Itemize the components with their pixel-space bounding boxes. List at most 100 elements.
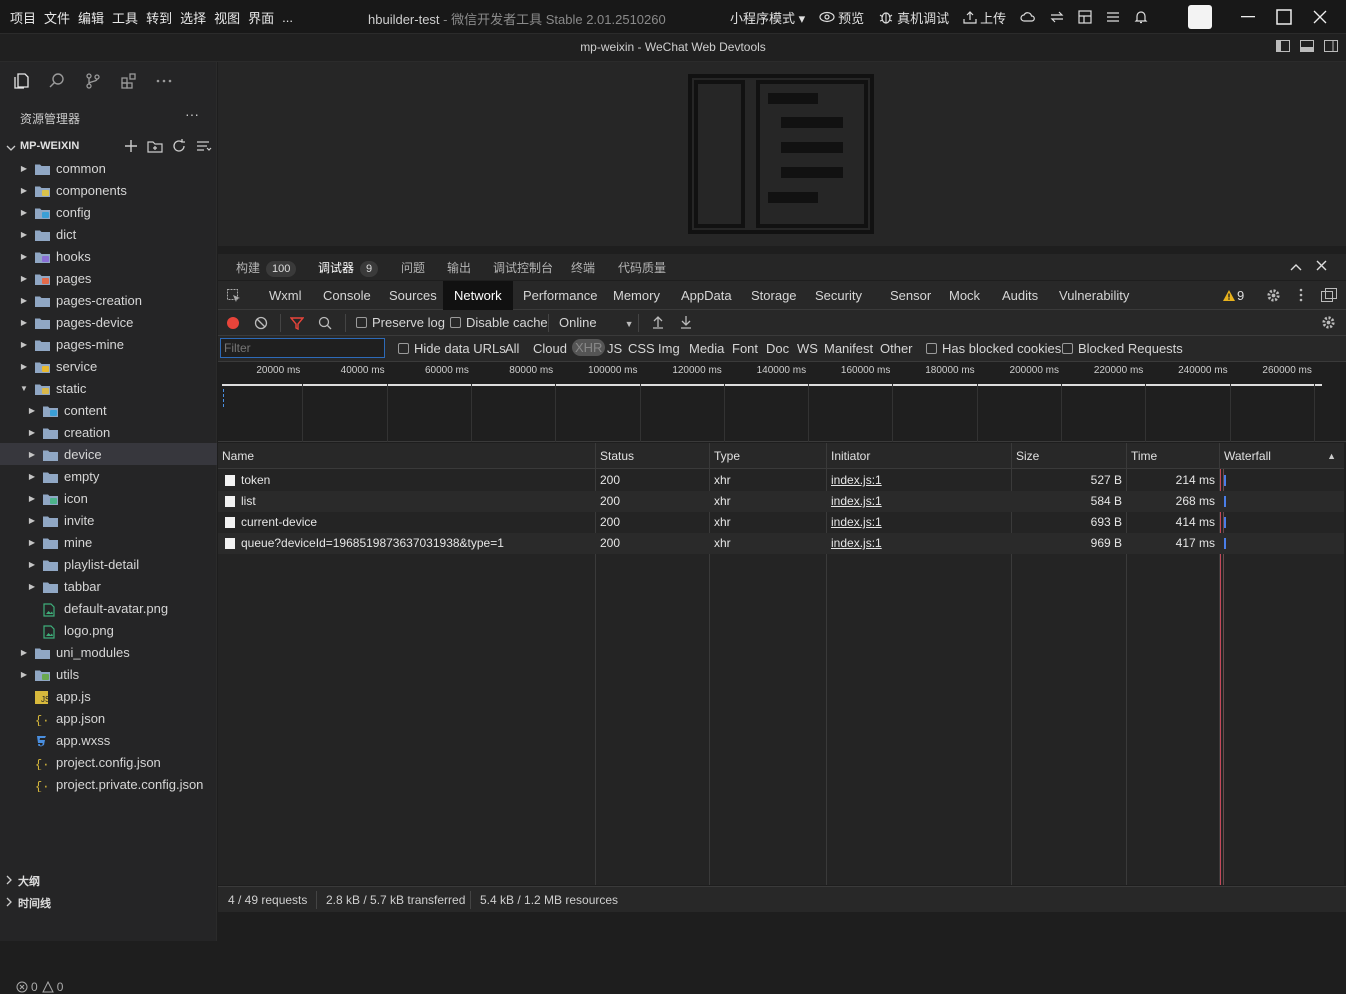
tree-file-item[interactable]: {·} project.private.config.json xyxy=(0,773,217,795)
tab-console[interactable]: Console xyxy=(323,281,371,310)
type-filter-manifest[interactable]: Manifest xyxy=(824,341,873,356)
type-filter-css[interactable]: CSS xyxy=(628,341,655,356)
tree-folder-item[interactable]: ▼ static xyxy=(0,377,217,399)
tree-folder-item[interactable]: ▶ pages-mine xyxy=(0,333,217,355)
table-row[interactable]: current-device 200 xhr index.js:1 693 B 414 m… xyxy=(218,512,1344,533)
tab-sources[interactable]: Sources xyxy=(389,281,437,310)
tab-performance[interactable]: Performance xyxy=(523,281,597,310)
tree-folder-item[interactable]: ▶ pages-creation xyxy=(0,289,217,311)
tree-folder-item[interactable]: ▶ invite xyxy=(0,509,217,531)
tree-folder-item[interactable]: ▶ common xyxy=(0,157,217,179)
tree-file-item[interactable]: {·} project.config.json xyxy=(0,751,217,773)
panel-bottom-toggle-icon[interactable] xyxy=(1300,40,1314,55)
type-filter-font[interactable]: Font xyxy=(732,341,758,356)
tree-folder-item[interactable]: ▶ utils xyxy=(0,663,217,685)
outline-section[interactable]: 大纲 xyxy=(0,870,217,892)
tree-folder-item[interactable]: ▶ dict xyxy=(0,223,217,245)
extensions-icon[interactable] xyxy=(120,72,138,90)
type-filter-js[interactable]: JS xyxy=(607,341,622,356)
project-header[interactable]: MP-WEIXIN xyxy=(0,136,217,156)
tab-vulnerability[interactable]: Vulnerability xyxy=(1059,281,1129,310)
column-header-initiator[interactable]: Initiator xyxy=(827,443,1012,469)
files-icon[interactable] xyxy=(12,72,30,90)
close-panel-icon[interactable] xyxy=(1316,259,1327,274)
tab-audits[interactable]: Audits xyxy=(1002,281,1038,310)
type-filter-img[interactable]: Img xyxy=(658,341,680,356)
more-icon[interactable] xyxy=(156,79,172,83)
tree-folder-item[interactable]: ▶ icon xyxy=(0,487,217,509)
tree-folder-item[interactable]: ▶ hooks xyxy=(0,245,217,267)
switch-icon[interactable] xyxy=(1050,11,1064,23)
hamburger-menu-icon[interactable] xyxy=(1106,11,1120,23)
column-header-name[interactable]: Name xyxy=(218,443,596,469)
column-header-type[interactable]: Type xyxy=(710,443,827,469)
tab-output[interactable]: 输出 xyxy=(447,259,471,276)
type-filter-cloud[interactable]: Cloud xyxy=(533,341,567,356)
filter-input[interactable] xyxy=(220,338,385,358)
column-header-time[interactable]: Time xyxy=(1127,443,1220,469)
request-initiator-link[interactable]: index.js:1 xyxy=(831,491,882,512)
tree-file-item[interactable]: default-avatar.png xyxy=(0,597,217,619)
disable-cache-checkbox[interactable]: Disable cache xyxy=(450,315,548,330)
sidebar-right-toggle-icon[interactable] xyxy=(1324,40,1338,55)
collapse-all-icon[interactable] xyxy=(194,138,212,154)
import-har-icon[interactable] xyxy=(652,315,664,332)
preview-button[interactable]: 预览 xyxy=(819,8,864,27)
tab-debug-console[interactable]: 调试控制台 xyxy=(493,259,553,276)
menu-item-goto[interactable]: 转到 xyxy=(146,8,172,27)
tree-folder-item[interactable]: ▶ pages-device xyxy=(0,311,217,333)
refresh-icon[interactable] xyxy=(170,138,188,154)
tree-folder-item[interactable]: ▶ tabbar xyxy=(0,575,217,597)
tab-memory[interactable]: Memory xyxy=(613,281,660,310)
tree-folder-item[interactable]: ▶ uni_modules xyxy=(0,641,217,663)
tree-folder-item[interactable]: ▶ service xyxy=(0,355,217,377)
tree-folder-item[interactable]: ▶ components xyxy=(0,179,217,201)
record-button-icon[interactable] xyxy=(226,316,240,333)
menu-item-file[interactable]: 文件 xyxy=(44,8,70,27)
new-file-icon[interactable] xyxy=(122,138,140,154)
menu-item-tools[interactable]: 工具 xyxy=(112,8,138,27)
tree-folder-item[interactable]: ▶ content xyxy=(0,399,217,421)
upload-button[interactable]: 上传 xyxy=(963,8,1006,27)
tab-sensor[interactable]: Sensor xyxy=(890,281,931,310)
real-debug-button[interactable]: 真机调试 xyxy=(878,8,949,27)
status-bar[interactable]: 0 0 xyxy=(16,980,63,994)
filter-funnel-icon[interactable] xyxy=(289,316,305,333)
tab-code-quality[interactable]: 代码质量 xyxy=(618,259,666,276)
type-filter-xhr[interactable]: XHR xyxy=(572,339,606,356)
type-filter-other[interactable]: Other xyxy=(880,341,913,356)
tree-folder-item[interactable]: ▶ pages xyxy=(0,267,217,289)
network-overview-timeline[interactable]: 20000 ms 40000 ms 60000 ms 80000 ms 100000 m… xyxy=(218,362,1346,442)
tab-appdata[interactable]: AppData xyxy=(681,281,732,310)
bell-icon[interactable] xyxy=(1134,10,1148,24)
tree-file-item[interactable]: JS app.js xyxy=(0,685,217,707)
request-initiator-link[interactable]: index.js:1 xyxy=(831,470,882,491)
source-control-icon[interactable] xyxy=(84,72,102,90)
tree-folder-item[interactable]: ▶ mine xyxy=(0,531,217,553)
menu-item-edit[interactable]: 编辑 xyxy=(78,8,104,27)
tree-file-item[interactable]: app.wxss xyxy=(0,729,217,751)
column-header-waterfall[interactable]: Waterfall ▲ xyxy=(1220,443,1344,469)
table-row[interactable]: token 200 xhr index.js:1 527 B 214 ms xyxy=(218,470,1344,491)
export-har-icon[interactable] xyxy=(680,315,692,332)
timeline-section[interactable]: 时间线 xyxy=(0,892,217,914)
search-icon[interactable] xyxy=(318,316,332,333)
tab-build[interactable]: 构建 100 xyxy=(236,259,297,277)
request-initiator-link[interactable]: index.js:1 xyxy=(831,512,882,533)
menu-item-interface[interactable]: 界面 xyxy=(248,8,274,27)
kebab-menu-icon[interactable] xyxy=(1299,288,1303,305)
close-icon[interactable] xyxy=(1302,10,1338,24)
type-filter-media[interactable]: Media xyxy=(689,341,724,356)
menu-item-select[interactable]: 选择 xyxy=(180,8,206,27)
warnings-badge[interactable]: 9 xyxy=(1223,288,1244,303)
settings-gear-icon[interactable] xyxy=(1266,288,1281,306)
type-filter-doc[interactable]: Doc xyxy=(766,341,789,356)
tree-folder-item[interactable]: ▶ playlist-detail xyxy=(0,553,217,575)
explorer-more-icon[interactable]: ··· xyxy=(185,106,199,122)
blocked-cookies-checkbox[interactable]: Has blocked cookies xyxy=(926,341,1061,356)
type-filter-ws[interactable]: WS xyxy=(797,341,818,356)
sidebar-left-toggle-icon[interactable] xyxy=(1276,40,1290,55)
column-header-status[interactable]: Status xyxy=(596,443,710,469)
menu-item-more[interactable]: ... xyxy=(282,10,293,25)
minimize-icon[interactable] xyxy=(1230,16,1266,18)
